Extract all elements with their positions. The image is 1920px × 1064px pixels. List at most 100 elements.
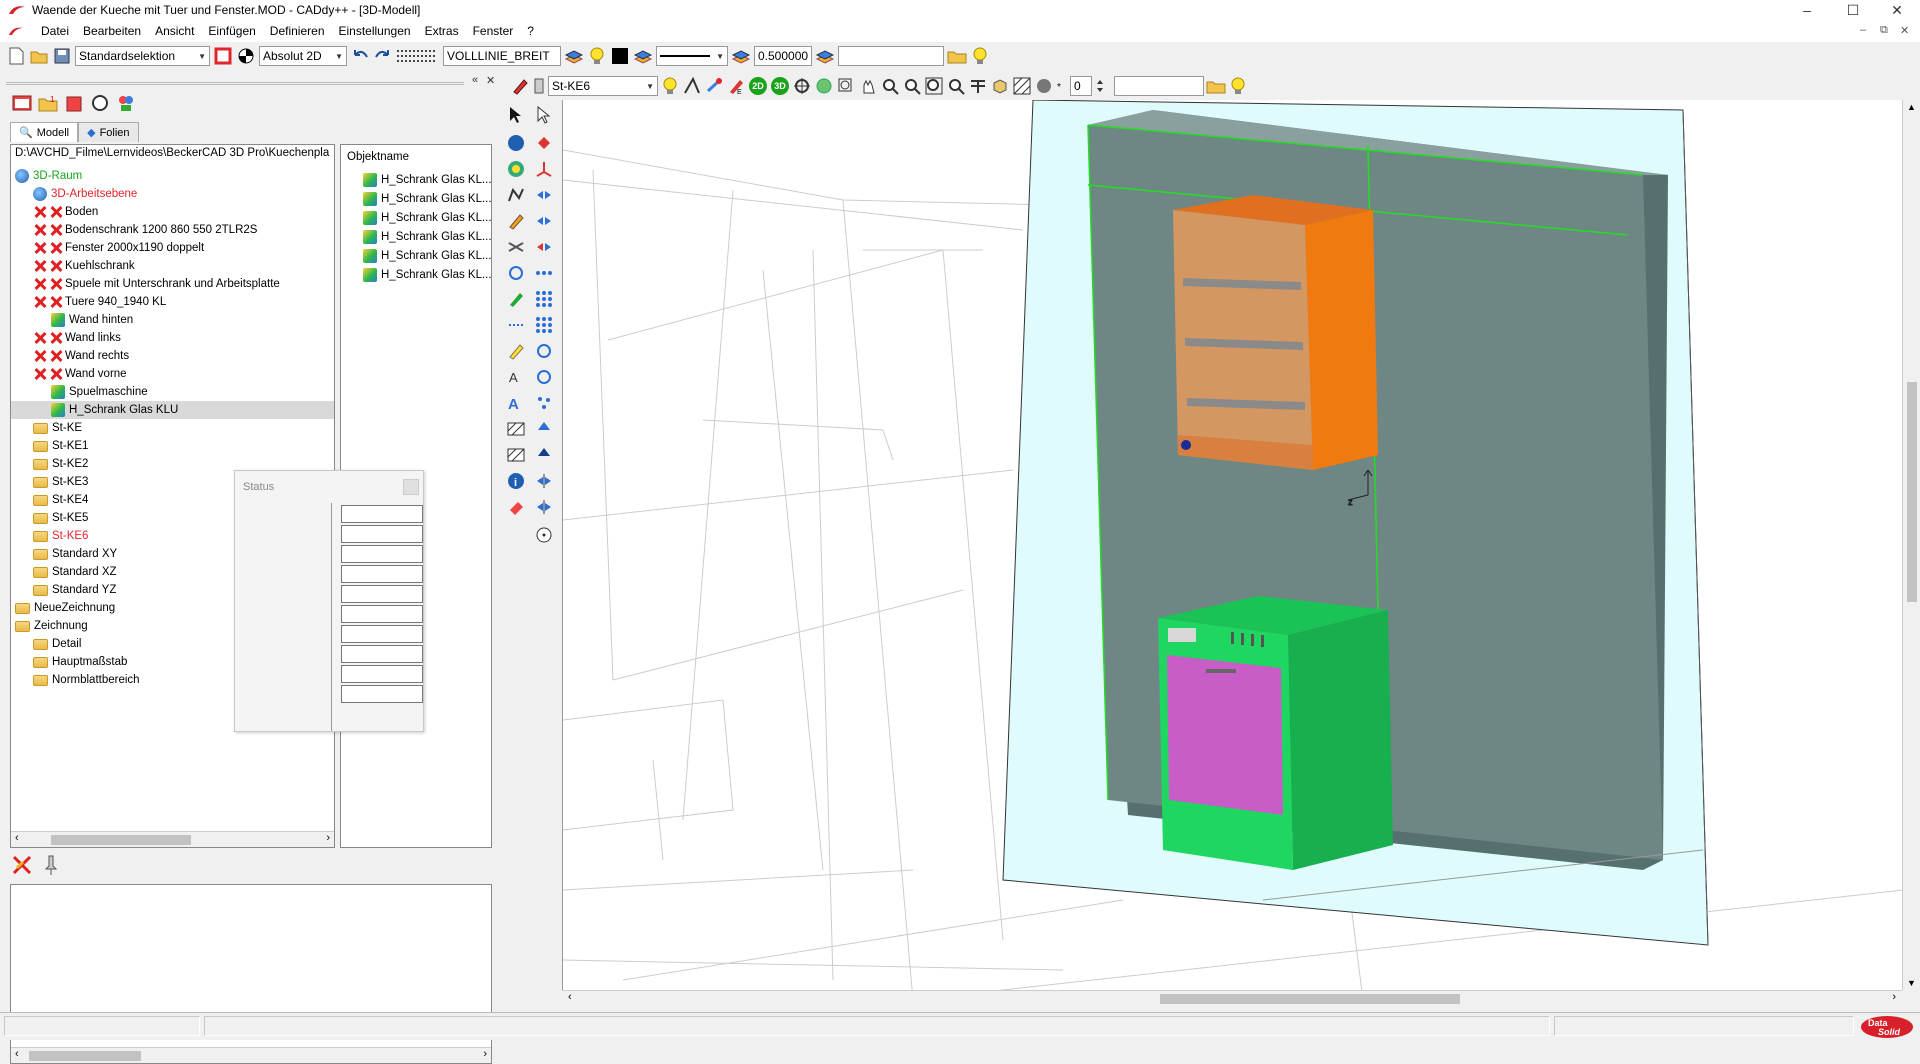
view-3d-button[interactable]: 3D <box>770 76 790 96</box>
layer-stack-icon[interactable] <box>815 46 835 66</box>
snap-target-icon[interactable] <box>236 46 256 66</box>
green-pen-icon[interactable] <box>504 288 528 310</box>
viewport-vertical-scrollbar[interactable]: ▲ ▼ <box>1902 100 1920 990</box>
tree-item[interactable]: Tuere 940_1940 KL <box>11 293 334 311</box>
object-list-item[interactable]: H_Schrank Glas KL... <box>363 209 492 227</box>
hidden-x-icon[interactable] <box>33 223 47 237</box>
dimension-icon[interactable]: * <box>1056 76 1068 96</box>
pencil-tool-icon[interactable] <box>504 210 528 232</box>
grid-icon[interactable] <box>396 46 440 66</box>
array-dots-icon[interactable] <box>532 262 556 284</box>
layer-stack-icon[interactable] <box>633 46 653 66</box>
light-bulb-icon[interactable] <box>1228 76 1248 96</box>
tree-item[interactable]: H_Schrank Glas KLU <box>11 401 334 419</box>
text-format-icon[interactable]: A <box>504 366 528 388</box>
polyline-tool-icon[interactable] <box>504 184 528 206</box>
zoom-all-icon[interactable] <box>924 76 944 96</box>
layer-name-input[interactable] <box>838 46 944 66</box>
object-list-item[interactable]: H_Schrank Glas KL... <box>363 266 492 284</box>
light-bulb-icon[interactable] <box>587 46 607 66</box>
tab-folien[interactable]: ◆ Folien <box>78 122 139 142</box>
circle-target-icon[interactable] <box>532 524 556 546</box>
zoom-out-icon[interactable] <box>902 76 922 96</box>
new-file-icon[interactable] <box>6 46 26 66</box>
properties-horizontal-scrollbar[interactable]: ‹ › <box>11 1047 491 1063</box>
menu-ansicht[interactable]: Ansicht <box>148 24 201 38</box>
zoom-window-icon[interactable] <box>836 76 856 96</box>
orbit-icon[interactable] <box>814 76 834 96</box>
hidden-x-icon[interactable] <box>33 331 47 345</box>
panel-grip[interactable] <box>6 82 464 85</box>
layer-stack-icon[interactable] <box>731 46 751 66</box>
menu-fenster[interactable]: Fenster <box>466 24 521 38</box>
move-up-icon[interactable] <box>532 418 556 440</box>
edit-element-icon[interactable]: E <box>726 76 746 96</box>
coord-mode-select[interactable]: Absolut 2D ▼ <box>259 46 347 66</box>
stretch2-icon[interactable] <box>532 496 556 518</box>
select-arrow-icon[interactable] <box>504 104 528 126</box>
object-list-item[interactable]: H_Schrank Glas KL... <box>363 247 492 265</box>
hidden-x-icon[interactable] <box>33 205 47 219</box>
hidden-x-icon[interactable] <box>49 295 63 309</box>
scroll-left-icon[interactable]: ‹ <box>15 1048 19 1060</box>
view-2d-button[interactable]: 2D <box>748 76 768 96</box>
menu-definieren[interactable]: Definieren <box>263 24 332 38</box>
object-list-item[interactable]: H_Schrank Glas KL... <box>363 171 492 189</box>
tree-item[interactable]: Spuelmaschine <box>11 383 334 401</box>
minimize-button[interactable]: – <box>1784 0 1830 20</box>
dishwasher[interactable] <box>1158 596 1393 870</box>
hidden-x-icon[interactable] <box>33 241 47 255</box>
refresh-view-icon[interactable] <box>88 92 112 114</box>
tree-item[interactable]: Wand rechts <box>11 347 334 365</box>
line-width-input[interactable]: 0.500000 <box>754 46 812 66</box>
object-list-item[interactable]: H_Schrank Glas KL... <box>363 190 492 208</box>
open-folder-icon[interactable] <box>29 46 49 66</box>
selection-frame-icon[interactable] <box>213 46 233 66</box>
zoom-in-icon[interactable] <box>880 76 900 96</box>
render-cube-icon[interactable] <box>990 76 1010 96</box>
scroll-right-icon[interactable]: › <box>1892 991 1896 1003</box>
undo-icon[interactable] <box>350 46 370 66</box>
hidden-x-icon[interactable] <box>33 259 47 273</box>
tree-item[interactable]: Wand vorne <box>11 365 334 383</box>
tree-item[interactable]: 3D-Arbeitsebene <box>11 185 334 203</box>
object-list-item[interactable]: H_Schrank Glas KL... <box>363 228 492 246</box>
line-style-select[interactable]: ▼ <box>656 46 728 66</box>
pencil-3d-icon[interactable] <box>510 76 530 96</box>
tree-item[interactable]: Boden <box>11 203 334 221</box>
rotate-around-icon[interactable] <box>532 366 556 388</box>
zoom-previous-icon[interactable] <box>946 76 966 96</box>
hatch-tool-icon[interactable] <box>504 418 528 440</box>
select-outline-icon[interactable] <box>532 104 556 126</box>
hidden-x-icon[interactable] <box>49 349 63 363</box>
layer-box-icon[interactable] <box>532 76 546 96</box>
maximize-button[interactable]: ☐ <box>1830 0 1876 20</box>
model-window-icon[interactable] <box>10 92 34 114</box>
scroll-down-icon[interactable]: ▼ <box>1907 978 1916 988</box>
delete-selection-icon[interactable] <box>10 854 34 876</box>
move-up2-icon[interactable] <box>532 444 556 466</box>
hidden-x-icon[interactable] <box>49 241 63 255</box>
paint-bucket-icon[interactable] <box>532 132 556 154</box>
layer-select[interactable]: St-KE6 ▼ <box>548 76 658 96</box>
tab-modell[interactable]: 🔍 Modell <box>10 122 79 142</box>
hidden-x-icon[interactable] <box>49 277 63 291</box>
redo-icon[interactable] <box>373 46 393 66</box>
hidden-x-icon[interactable] <box>49 205 63 219</box>
viewport-horizontal-scrollbar[interactable]: ‹ › <box>562 990 1902 1006</box>
rotate-copy-icon[interactable] <box>532 340 556 362</box>
viewport-vscroll-thumb[interactable] <box>1907 382 1917 602</box>
snap-arrow-icon[interactable] <box>682 76 702 96</box>
scroll-right-icon[interactable]: › <box>326 832 330 844</box>
scroll-left-icon[interactable]: ‹ <box>15 832 19 844</box>
layer-stack-icon[interactable] <box>564 46 584 66</box>
scroll-right-icon[interactable]: › <box>483 1048 487 1060</box>
tree-item[interactable]: Fenster 2000x1190 doppelt <box>11 239 334 257</box>
tree-item[interactable]: Kuehlschrank <box>11 257 334 275</box>
scatter-dots-icon[interactable] <box>532 392 556 414</box>
mdi-close-button[interactable]: ✕ <box>1900 24 1909 37</box>
hidden-x-icon[interactable] <box>33 295 47 309</box>
menu-bearbeiten[interactable]: Bearbeiten <box>76 24 148 38</box>
selection-mode-select[interactable]: Standardselektion ▼ <box>75 46 210 66</box>
pin-icon[interactable] <box>38 854 62 876</box>
